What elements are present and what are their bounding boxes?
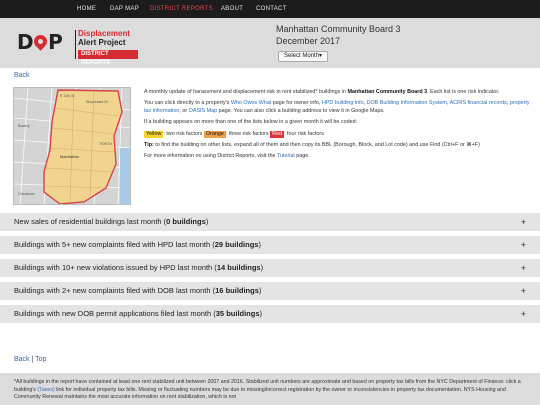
logo-subtitle: Alert Project: [78, 38, 126, 47]
section-label: Buildings with 10+ new violations issued…: [14, 259, 263, 277]
oasis-map-link[interactable]: OASIS Map: [189, 108, 217, 114]
section-label: Buildings with new DOB permit applicatio…: [14, 305, 262, 323]
report-date: December 2017: [276, 36, 341, 46]
taxes-link[interactable]: (Taxes): [37, 387, 54, 393]
intro-coding-note: If a building appears on more than one o…: [144, 119, 358, 126]
map-label: Stuyvesant St: [86, 100, 108, 104]
dap-logo[interactable]: DP Displacement Alert Project DISTRICT R…: [14, 25, 138, 66]
intro-text: page. You can also click a building addr…: [217, 107, 385, 114]
section-label-text: Buildings with 5+ new complaints filed w…: [14, 240, 215, 249]
section-label-text: Buildings with 10+ new violations issued…: [14, 263, 217, 272]
intro-summary: A monthly update of harassment and displ…: [144, 89, 532, 96]
footer-link-separator: |: [31, 356, 34, 363]
map-label: Chinatown: [18, 192, 35, 196]
section-label-text: New sales of residential buildings last …: [14, 217, 167, 226]
logo-letter-d: D: [17, 30, 34, 54]
hpd-building-info-link[interactable]: HPD building info: [322, 100, 364, 106]
logo-letter-p: P: [48, 30, 63, 54]
map-label: Bowery: [18, 124, 30, 128]
rent-stabilization-footnote: *All buildings in the report have contai…: [0, 373, 540, 405]
intro-tip: Tip: to find the building on other lists…: [144, 142, 532, 149]
section-dob-complaints[interactable]: Buildings with 2+ new complaints filed w…: [0, 282, 540, 300]
section-label-text: ): [205, 217, 209, 226]
chevron-down-icon: ▾: [319, 53, 323, 59]
nav-home[interactable]: HOME: [77, 0, 96, 18]
legend-orange-chip: Orange: [203, 130, 226, 139]
map-label: Manhattan: [60, 154, 79, 159]
footer-top-link[interactable]: Top: [35, 356, 46, 363]
intro-text: A monthly update of harassment and displ…: [144, 89, 348, 95]
expand-icon[interactable]: +: [521, 259, 526, 277]
intro-text: , or: [179, 107, 189, 114]
section-label-text: Buildings with new DOB permit applicatio…: [14, 309, 216, 318]
section-count: 16 buildings: [215, 286, 259, 295]
section-count: 35 buildings: [215, 309, 260, 318]
legend-yellow-text: : two risk factors: [163, 130, 203, 137]
section-count: 14 buildings: [216, 263, 261, 272]
district-name: Manhattan Community Board 3: [347, 89, 428, 95]
tip-text: to find the building on other lists, exp…: [153, 142, 480, 149]
dap-wordmark: DP: [17, 30, 63, 54]
intro-text: page for owner info,: [271, 100, 322, 107]
expand-icon[interactable]: +: [521, 236, 526, 254]
expand-icon[interactable]: +: [521, 305, 526, 323]
section-hpd-violations[interactable]: Buildings with 10+ new violations issued…: [0, 259, 540, 277]
nav-district-reports[interactable]: DISTRICT REPORTS: [150, 0, 213, 18]
footnote-text: link for individual property tax bills. …: [14, 386, 506, 401]
section-label-text: ): [259, 309, 263, 318]
section-label-text: ): [260, 263, 264, 272]
back-link[interactable]: Back: [14, 72, 30, 79]
report-intro: A monthly update of harassment and displ…: [144, 89, 532, 165]
footer-back-link[interactable]: Back: [14, 356, 30, 363]
section-count: 0 buildings: [166, 217, 206, 226]
intro-tutorial: For more information on using District R…: [144, 153, 532, 160]
section-label-text: Buildings with 2+ new complaints filed w…: [14, 286, 216, 295]
legend-red-chip: Red: [270, 130, 285, 139]
section-label-text: ): [258, 240, 261, 249]
intro-text: page.: [294, 153, 310, 160]
tip-label: Tip:: [144, 142, 154, 149]
logo-divider: [75, 30, 76, 59]
tutorial-link[interactable]: Tutorial: [277, 153, 295, 159]
section-count: 29 buildings: [214, 240, 259, 249]
select-month-dropdown[interactable]: Select Month▾: [278, 51, 329, 62]
map-label: FDR Dr: [100, 142, 112, 146]
section-new-sales[interactable]: New sales of residential buildings last …: [0, 213, 540, 231]
section-label-text: ): [258, 286, 262, 295]
intro-links-paragraph: You can click directly to a property's W…: [144, 100, 532, 115]
map-label: E 14th St: [60, 94, 75, 98]
logo-title: Displacement: [78, 29, 131, 38]
board-title: Manhattan Community Board 3: [276, 24, 401, 34]
section-dob-permits[interactable]: Buildings with new DOB permit applicatio…: [0, 305, 540, 323]
risk-legend: Yellow: two risk factors Orange: three r…: [144, 130, 532, 139]
expand-icon[interactable]: +: [521, 213, 526, 231]
legend-red-text: : four risk factors: [284, 130, 324, 137]
nav-contact[interactable]: CONTACT: [256, 0, 287, 18]
nav-dap-map[interactable]: DAP MAP: [110, 0, 139, 18]
section-label: Buildings with 2+ new complaints filed w…: [14, 282, 261, 300]
acris-link[interactable]: ACRIS financial records: [450, 100, 507, 106]
intro-text: For more information on using District R…: [144, 153, 277, 160]
who-owns-what-link[interactable]: Who Owns What: [231, 100, 271, 106]
dob-bis-link[interactable]: DOB Building Information System: [367, 100, 447, 106]
district-map[interactable]: E 14th St Stuyvesant St Bowery Manhattan…: [13, 87, 131, 205]
district-map-graphic: [14, 88, 130, 204]
logo-tag: DISTRICT REPORTS: [78, 50, 138, 66]
legend-orange-text: : three risk factors: [225, 130, 269, 137]
section-label: Buildings with 5+ new complaints filed w…: [14, 236, 261, 254]
select-month-label: Select Month: [284, 53, 320, 59]
legend-yellow-chip: Yellow: [144, 130, 164, 139]
nav-about[interactable]: ABOUT: [221, 0, 243, 18]
intro-text: . Each list is one risk indicator.: [427, 89, 500, 95]
report-header: DP Displacement Alert Project DISTRICT R…: [0, 18, 540, 68]
footer-links: Back | Top: [14, 356, 46, 363]
section-hpd-complaints[interactable]: Buildings with 5+ new complaints filed w…: [0, 236, 540, 254]
section-label: New sales of residential buildings last …: [14, 213, 208, 231]
intro-text: You can click directly to a property's: [144, 100, 231, 107]
top-nav: HOME DAP MAP DISTRICT REPORTS ABOUT CONT…: [0, 0, 540, 18]
expand-icon[interactable]: +: [521, 282, 526, 300]
